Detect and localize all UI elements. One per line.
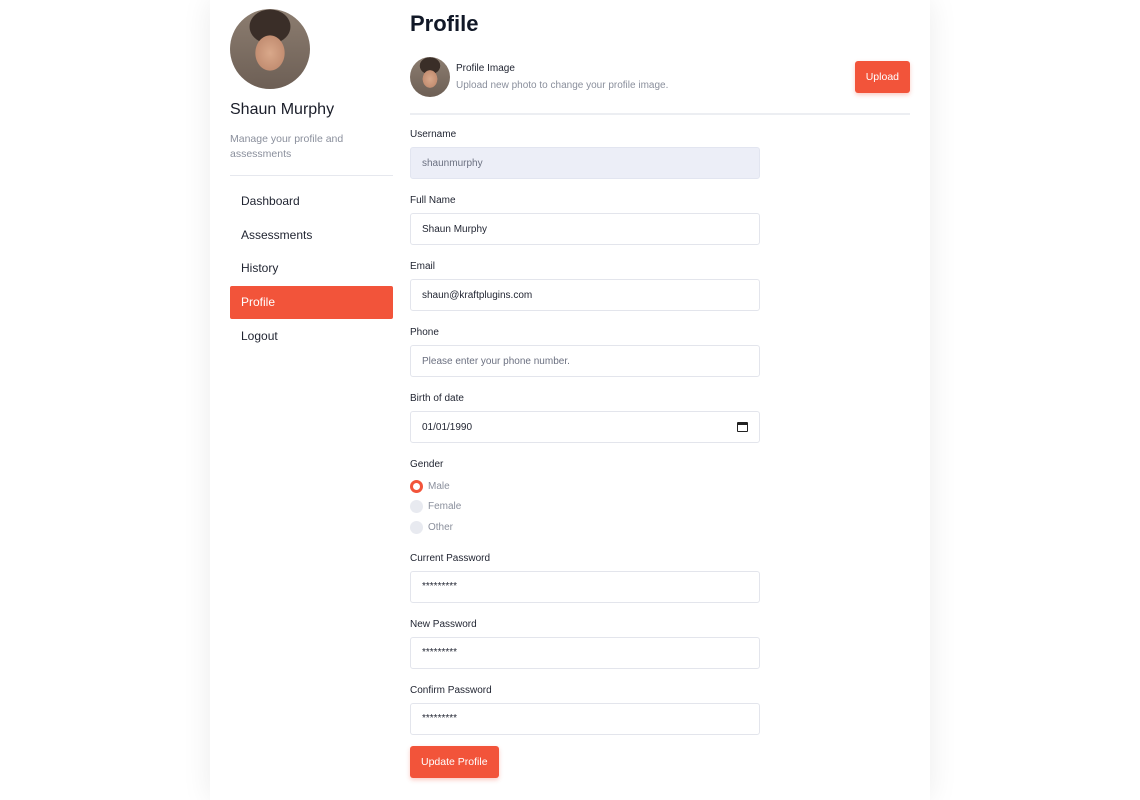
radio-checked-icon [410, 479, 423, 493]
profile-image-thumb [410, 57, 450, 97]
main-content: Profile Profile Image Upload new photo t… [410, 0, 910, 778]
user-subtitle: Manage your profile and assessments [230, 133, 344, 160]
birth-date-value: 01/01/1990 [422, 421, 473, 433]
sidebar-item-assessments[interactable]: Assessments [230, 219, 393, 252]
page-title: Profile [410, 11, 479, 36]
upload-button[interactable]: Upload [854, 61, 910, 93]
update-profile-button[interactable]: Update Profile [410, 745, 499, 778]
username-input[interactable]: shaunmurphy [410, 147, 760, 179]
divider [230, 175, 393, 176]
divider [410, 113, 910, 115]
full-name-label: Full Name [410, 195, 456, 206]
profile-card: Shaun Murphy Manage your profile and ass… [210, 0, 930, 800]
sidebar-item-dashboard[interactable]: Dashboard [230, 185, 393, 218]
confirm-password-value: ********* [422, 713, 458, 724]
full-name-input[interactable]: Shaun Murphy [410, 213, 760, 245]
birth-date-label: Birth of date [410, 393, 464, 404]
new-password-label: New Password [410, 618, 477, 630]
confirm-password-input[interactable]: ********* [410, 702, 760, 735]
confirm-password-label: Confirm Password [410, 684, 492, 696]
radio-label: Female [428, 501, 462, 513]
profile-image-description: Upload new photo to change your profile … [456, 80, 669, 91]
calendar-icon[interactable] [737, 422, 748, 432]
birth-date-input[interactable]: 01/01/1990 [410, 411, 760, 443]
radio-unchecked-icon [410, 520, 423, 534]
email-label: Email [410, 261, 436, 272]
full-name-value: Shaun Murphy [422, 223, 488, 235]
current-password-value: ********* [422, 581, 458, 592]
sidebar-item-profile[interactable]: Profile [230, 286, 393, 320]
current-password-label: Current Password [410, 552, 491, 564]
email-value: shaun@kraftplugins.com [422, 289, 533, 301]
avatar [230, 9, 310, 89]
phone-label: Phone [410, 327, 439, 338]
sidebar: Shaun Murphy Manage your profile and ass… [230, 9, 393, 353]
profile-image-title: Profile Image [456, 63, 515, 74]
username-label: Username [410, 129, 457, 140]
current-password-input[interactable]: ********* [410, 570, 760, 603]
profile-form: Username shaunmurphy Full Name Shaun Mur… [410, 128, 910, 778]
gender-radio-other[interactable]: Other [410, 517, 910, 538]
gender-label: Gender [410, 459, 444, 470]
new-password-input[interactable]: ********* [410, 636, 760, 669]
profile-image-section: Profile Image Upload new photo to change… [410, 56, 910, 98]
sidebar-nav: Dashboard Assessments History Profile Lo… [230, 185, 393, 353]
new-password-value: ********* [422, 647, 458, 658]
email-input[interactable]: shaun@kraftplugins.com [410, 279, 760, 311]
gender-radio-male[interactable]: Male [410, 476, 910, 497]
gender-radio-female[interactable]: Female [410, 497, 910, 518]
phone-input[interactable]: Please enter your phone number. [410, 345, 760, 377]
user-name: Shaun Murphy [230, 101, 335, 118]
sidebar-item-history[interactable]: History [230, 252, 393, 285]
phone-placeholder: Please enter your phone number. [422, 355, 570, 367]
username-value: shaunmurphy [422, 157, 483, 169]
sidebar-item-logout[interactable]: Logout [230, 320, 393, 353]
gender-radio-group: Male Female Other [410, 476, 910, 538]
radio-label: Other [428, 521, 454, 533]
radio-unchecked-icon [410, 500, 423, 514]
radio-label: Male [428, 480, 450, 492]
